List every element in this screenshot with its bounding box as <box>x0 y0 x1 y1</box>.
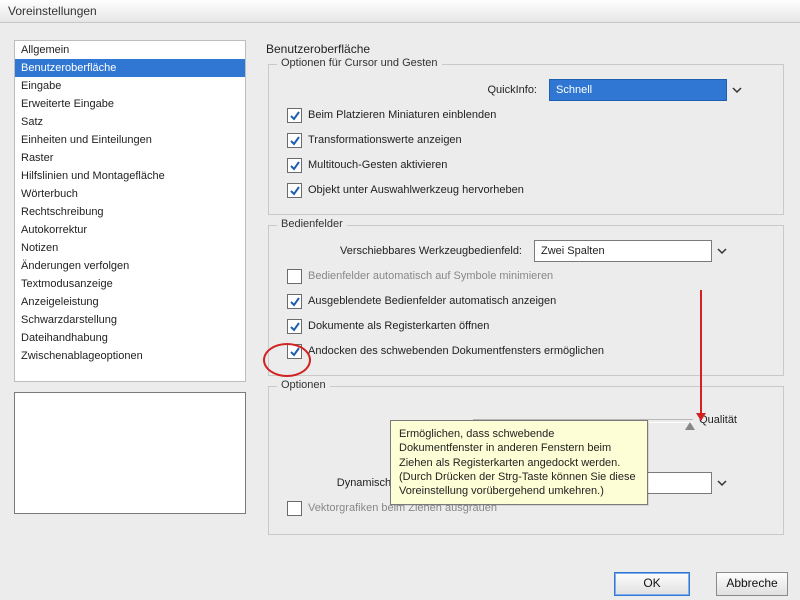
tool-panel-combo[interactable]: Zwei Spalten <box>534 240 712 262</box>
preferences-window: Voreinstellungen AllgemeinBenutzeroberfl… <box>0 0 800 600</box>
sidebar-item[interactable]: Textmodusanzeige <box>15 275 245 293</box>
titlebar[interactable]: Voreinstellungen <box>0 0 800 23</box>
dynrefresh-label: Dynamische Bildschirmaktualisierung: <box>287 477 528 489</box>
checkbox-docs-as-tabs[interactable]: Dokumente als Registerkarten öffnen <box>287 319 489 334</box>
group-options: Optionen Qualität Dynamische Bildschirma… <box>268 386 784 535</box>
chevron-down-icon <box>715 244 729 258</box>
row-quality-slider: Qualität <box>287 409 743 431</box>
row-quickinfo: QuickInfo: Schnell <box>287 79 773 101</box>
dynrefresh-value: Verzögert <box>541 477 588 489</box>
checkbox-transform-values[interactable]: Transformationswerte anzeigen <box>287 133 462 148</box>
checkbox-show-hidden-panels[interactable]: Ausgeblendete Bedienfelder automatisch a… <box>287 294 556 309</box>
checkbox-auto-iconize[interactable]: Bedienfelder automatisch auf Symbole min… <box>287 269 553 284</box>
main-panel: Benutzeroberfläche Optionen für Cursor u… <box>260 40 792 592</box>
checkbox-thumbs-on-place[interactable]: Beim Platzieren Miniaturen einblenden <box>287 108 496 123</box>
checkbox-gray-vectors[interactable]: Vektorgrafiken beim Ziehen ausgrauen <box>287 501 497 516</box>
quality-label: Qualität <box>699 414 743 426</box>
cancel-button[interactable]: Abbreche <box>716 572 788 596</box>
sidebar-item[interactable]: Allgemein <box>15 41 245 59</box>
row-dynrefresh: Dynamische Bildschirmaktualisierung: Ver… <box>287 472 773 494</box>
dynrefresh-combo[interactable]: Verzögert <box>534 472 712 494</box>
sidebar-item[interactable]: Benutzeroberfläche <box>15 59 245 77</box>
sidebar-item[interactable]: Einheiten und Einteilungen <box>15 131 245 149</box>
sidebar-item[interactable]: Raster <box>15 149 245 167</box>
quality-slider[interactable] <box>473 410 693 430</box>
group-legend: Optionen für Cursor und Gesten <box>277 57 442 69</box>
group-legend: Bedienfelder <box>277 218 347 230</box>
quickinfo-combo[interactable]: Schnell <box>549 79 727 101</box>
sidebar-extra-panel <box>14 392 246 514</box>
row-tool-panel-cols: Verschiebbares Werkzeugbedienfeld: Zwei … <box>287 240 773 262</box>
sidebar-item[interactable]: Anzeigeleistung <box>15 293 245 311</box>
sidebar-item[interactable]: Änderungen verfolgen <box>15 257 245 275</box>
sidebar-item[interactable]: Erweiterte Eingabe <box>15 95 245 113</box>
sidebar-item[interactable]: Autokorrektur <box>15 221 245 239</box>
sidebar-item[interactable]: Notizen <box>15 239 245 257</box>
checkbox-highlight-selection[interactable]: Objekt unter Auswahlwerkzeug hervorheben <box>287 183 524 198</box>
chevron-down-icon <box>730 83 744 97</box>
group-legend: Optionen <box>277 379 330 391</box>
checkbox-multitouch[interactable]: Multitouch-Gesten aktivieren <box>287 158 447 173</box>
quickinfo-value: Schnell <box>556 84 592 96</box>
sidebar-item[interactable]: Satz <box>15 113 245 131</box>
sidebar-item[interactable]: Hilfslinien und Montagefläche <box>15 167 245 185</box>
sidebar-item[interactable]: Rechtschreibung <box>15 203 245 221</box>
window-body: AllgemeinBenutzeroberflächeEingabeErweit… <box>0 22 800 600</box>
tool-panel-label: Verschiebbares Werkzeugbedienfeld: <box>287 245 528 257</box>
page-title: Benutzeroberfläche <box>266 42 792 56</box>
checkbox-dock-floating-docs[interactable]: Andocken des schwebenden Dokumentfenster… <box>287 344 604 359</box>
sidebar-item[interactable]: Zwischenablageoptionen <box>15 347 245 365</box>
sidebar-item[interactable]: Dateihandhabung <box>15 329 245 347</box>
sidebar-item[interactable]: Eingabe <box>15 77 245 95</box>
group-cursor-gestures: Optionen für Cursor und Gesten QuickInfo… <box>268 64 784 215</box>
window-title: Voreinstellungen <box>8 4 97 18</box>
sidebar-item[interactable]: Schwarzdarstellung <box>15 311 245 329</box>
tool-panel-value: Zwei Spalten <box>541 245 605 257</box>
ok-button[interactable]: OK <box>614 572 690 596</box>
group-panels: Bedienfelder Verschiebbares Werkzeugbedi… <box>268 225 784 376</box>
chevron-down-icon <box>715 476 729 490</box>
quickinfo-label: QuickInfo: <box>287 84 543 96</box>
category-sidebar[interactable]: AllgemeinBenutzeroberflächeEingabeErweit… <box>14 40 246 382</box>
sidebar-item[interactable]: Wörterbuch <box>15 185 245 203</box>
